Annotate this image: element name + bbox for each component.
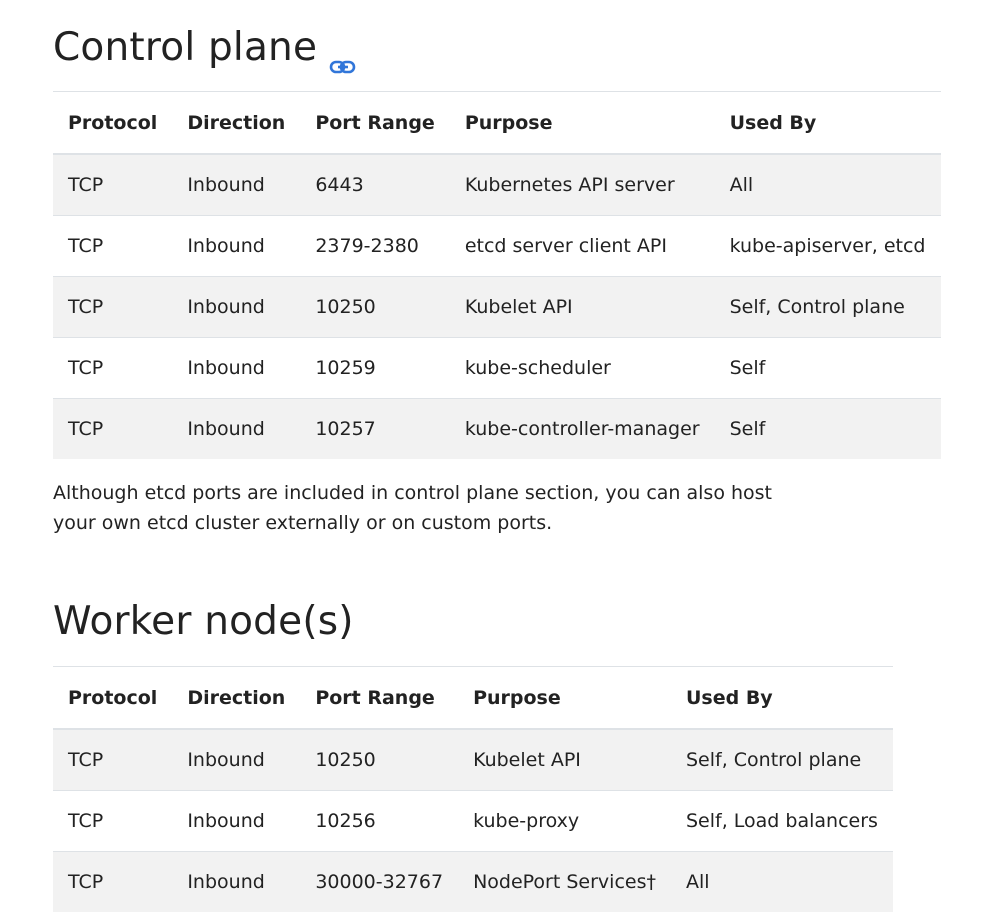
cell-used-by: Self, Load balancers [670,790,893,852]
cell-purpose: Kubelet API [458,728,671,791]
cell-direction: Inbound [172,398,301,459]
cell-used-by: Self [714,398,941,459]
cell-used-by: All [714,153,941,216]
table-row: TCP Inbound 30000-32767 NodePort Service… [53,851,893,912]
cell-protocol: TCP [53,215,173,277]
cell-direction: Inbound [172,851,301,912]
column-header-direction: Direction [172,666,301,730]
etcd-note: Although etcd ports are included in cont… [53,482,772,534]
cell-direction: Inbound [172,337,301,399]
control-plane-heading: Control plane [53,24,357,74]
column-header-protocol: Protocol [53,666,173,730]
cell-purpose: Kubelet API [449,276,715,338]
cell-purpose: NodePort Services† [458,851,671,912]
cell-protocol: TCP [53,276,173,338]
link-icon[interactable] [329,41,357,74]
control-plane-ports-table: Protocol Direction Port Range Purpose Us… [53,91,941,459]
cell-port-range: 30000-32767 [300,851,459,912]
table-row: TCP Inbound 10256 kube-proxy Self, Load … [53,790,893,852]
control-plane-title: Control plane [53,25,318,70]
cell-direction: Inbound [172,153,301,216]
table-header-row: Protocol Direction Port Range Purpose Us… [53,666,893,730]
column-header-used-by: Used By [714,91,941,155]
cell-protocol: TCP [53,790,173,852]
column-header-used-by: Used By [670,666,893,730]
table-row: TCP Inbound 6443 Kubernetes API server A… [53,153,941,216]
column-header-purpose: Purpose [458,666,671,730]
cell-used-by: Self [714,337,941,399]
worker-nodes-title: Worker node(s) [53,599,354,644]
table-row: TCP Inbound 2379-2380 etcd server client… [53,215,941,277]
cell-direction: Inbound [172,728,301,791]
cell-port-range: 10250 [300,276,450,338]
cell-purpose: kube-proxy [458,790,671,852]
link-icon-svg [329,60,356,74]
cell-port-range: 10259 [300,337,450,399]
cell-protocol: TCP [53,728,173,791]
table-row: TCP Inbound 10250 Kubelet API Self, Cont… [53,276,941,338]
cell-used-by: All [670,851,893,912]
column-header-port-range: Port Range [300,91,450,155]
cell-port-range: 6443 [300,153,450,216]
table-row: TCP Inbound 10259 kube-scheduler Self [53,337,941,399]
cell-direction: Inbound [172,790,301,852]
column-header-protocol: Protocol [53,91,173,155]
column-header-direction: Direction [172,91,301,155]
cell-protocol: TCP [53,851,173,912]
table-row: TCP Inbound 10250 Kubelet API Self, Cont… [53,728,893,791]
cell-direction: Inbound [172,215,301,277]
table-header-row: Protocol Direction Port Range Purpose Us… [53,91,941,155]
column-header-purpose: Purpose [449,91,715,155]
cell-direction: Inbound [172,276,301,338]
cell-used-by: kube-apiserver, etcd [714,215,941,277]
table-row: TCP Inbound 10257 kube-controller-manage… [53,398,941,459]
cell-used-by: Self, Control plane [714,276,941,338]
column-header-port-range: Port Range [300,666,459,730]
cell-port-range: 10257 [300,398,450,459]
cell-port-range: 10250 [300,728,459,791]
cell-purpose: kube-controller-manager [449,398,715,459]
cell-port-range: 10256 [300,790,459,852]
cell-protocol: TCP [53,337,173,399]
cell-purpose: kube-scheduler [449,337,715,399]
cell-port-range: 2379-2380 [300,215,450,277]
cell-protocol: TCP [53,398,173,459]
cell-purpose: Kubernetes API server [449,153,715,216]
worker-nodes-ports-table: Protocol Direction Port Range Purpose Us… [53,666,893,912]
worker-nodes-heading: Worker node(s) [53,598,354,646]
cell-purpose: etcd server client API [449,215,715,277]
cell-used-by: Self, Control plane [670,728,893,791]
cell-protocol: TCP [53,153,173,216]
